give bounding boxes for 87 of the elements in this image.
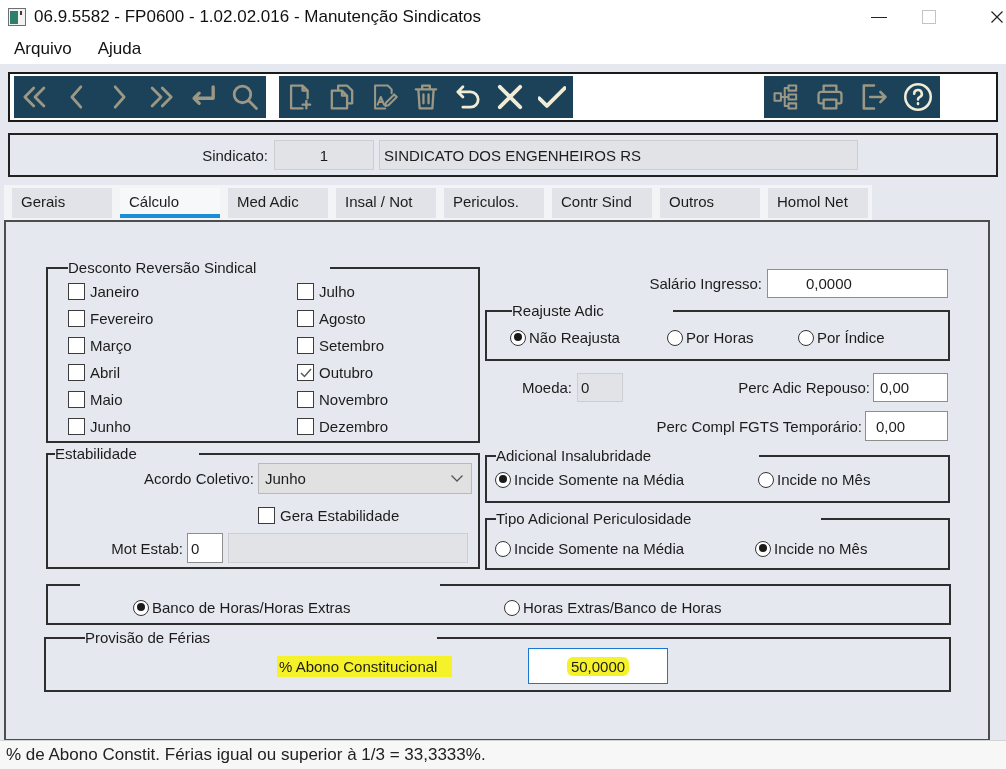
radio-label: Incide Somente na Média — [514, 471, 685, 488]
checkbox[interactable] — [297, 283, 314, 300]
checkbox-label: Julho — [319, 283, 355, 300]
radio-label: Horas Extras/Banco de Horas — [523, 599, 722, 616]
tab[interactable]: Homol Net — [768, 188, 868, 218]
field-label: Salário Ingresso: — [649, 275, 762, 292]
checkbox-label: Fevereiro — [90, 310, 154, 327]
checkbox[interactable] — [297, 310, 314, 327]
first-record-button[interactable] — [14, 76, 56, 118]
salario-ingresso-field[interactable]: 0,0000 — [767, 269, 948, 298]
perc-adic-repouso-field[interactable]: 0,00 — [873, 373, 948, 402]
tab[interactable]: Med Adic — [228, 188, 328, 218]
checkbox[interactable] — [297, 418, 314, 435]
radio-button[interactable] — [495, 471, 511, 488]
acordo-coletivo-dropdown[interactable]: Junho — [258, 463, 472, 494]
checkbox-label: Setembro — [319, 337, 385, 354]
checkbox-label: Junho — [90, 418, 131, 435]
checkbox-label: Outubro — [319, 364, 374, 381]
field-label: % Abono Constitucional — [277, 655, 452, 677]
tab[interactable]: Periculos. — [444, 188, 544, 218]
radio-label: Por Horas — [686, 329, 754, 346]
group-title: Reajuste Adic — [512, 302, 604, 319]
help-button[interactable] — [896, 76, 940, 118]
abono-field[interactable]: 50,0000 — [528, 648, 668, 684]
radio-button[interactable] — [755, 540, 771, 557]
field-label: Sindicato: — [201, 146, 268, 164]
radio-button[interactable] — [504, 599, 520, 616]
checkbox[interactable] — [68, 337, 85, 354]
perc-compl-fgts-field[interactable]: 0,00 — [865, 411, 948, 441]
checkbox-label: Gera Estabilidade — [280, 507, 400, 524]
group-title: Adicional Insalubridade — [496, 447, 652, 464]
chevron-down-icon — [451, 475, 463, 482]
radio-label: Não Reajusta — [529, 329, 620, 346]
structure-button[interactable] — [764, 76, 808, 118]
status-text: % de Abono Constit. Férias igual ou superior à 1/3 = 33,3333%. — [6, 745, 486, 765]
window-title: 06.9.5582 - FP0600 - 1.02.02.016 - Manutenção Sindicatos — [34, 7, 482, 27]
tab[interactable]: Contr Sind — [552, 188, 652, 218]
radio-button[interactable] — [495, 540, 511, 557]
radio-button[interactable] — [133, 599, 149, 616]
menu-item[interactable]: Ajuda — [97, 39, 142, 59]
checkbox[interactable] — [68, 283, 85, 300]
radio-label: Incide no Mês — [777, 471, 871, 488]
checkmark-icon — [299, 367, 312, 378]
checkbox[interactable] — [258, 507, 275, 524]
close-icon[interactable] — [991, 11, 1003, 23]
checkbox[interactable] — [297, 337, 314, 354]
radio-button[interactable] — [758, 471, 774, 488]
checkbox[interactable] — [68, 364, 85, 381]
checkbox-label: Agosto — [319, 310, 366, 327]
checkbox[interactable] — [68, 391, 85, 408]
checkbox[interactable] — [297, 364, 314, 381]
checkbox[interactable] — [68, 310, 85, 327]
search-button[interactable] — [224, 76, 266, 118]
group-title: Desconto Reversão Sindical — [68, 259, 257, 276]
group-title: Provisão de Férias — [85, 629, 211, 646]
radio-button[interactable] — [667, 329, 683, 346]
field-label: Acordo Coletivo: — [142, 470, 254, 487]
field-label: Moeda: — [522, 379, 573, 396]
code-field[interactable]: 0 — [187, 533, 223, 563]
checkbox-label: Março — [90, 337, 132, 354]
group-title: Estabilidade — [55, 445, 137, 462]
radio-label: Por Índice — [817, 329, 885, 346]
field-label: Perc Compl FGTS Temporário: — [656, 417, 862, 435]
field-label: Perc Adic Repouso: — [738, 379, 870, 396]
radio-button[interactable] — [510, 329, 526, 346]
minimize-icon[interactable] — [871, 16, 887, 18]
tab[interactable]: Gerais — [12, 188, 112, 218]
group-title: Tipo Adicional Periculosidade — [496, 510, 692, 527]
tab[interactable]: Cálculo — [120, 188, 220, 218]
tab[interactable]: Insal / Not — [336, 188, 436, 218]
radio-label: Incide Somente na Média — [514, 540, 685, 557]
confirm-button[interactable] — [531, 76, 573, 118]
checkbox-label: Abril — [90, 364, 120, 381]
checkbox[interactable] — [68, 418, 85, 435]
radio-button[interactable] — [798, 329, 814, 346]
radio-label: Banco de Horas/Horas Extras — [152, 599, 351, 616]
radio-label: Incide no Mês — [774, 540, 868, 557]
menu-item[interactable]: Arquivo — [14, 39, 72, 59]
checkbox-label: Janeiro — [90, 283, 140, 300]
tab[interactable]: Outros — [660, 188, 760, 218]
checkbox-label: Dezembro — [319, 418, 389, 435]
checkbox-label: Novembro — [319, 391, 389, 408]
app-window-icon — [8, 8, 26, 26]
checkbox-label: Maio — [90, 391, 123, 408]
new-button[interactable] — [279, 76, 321, 118]
checkbox[interactable] — [297, 391, 314, 408]
field-label: Mot Estab: — [110, 539, 183, 557]
